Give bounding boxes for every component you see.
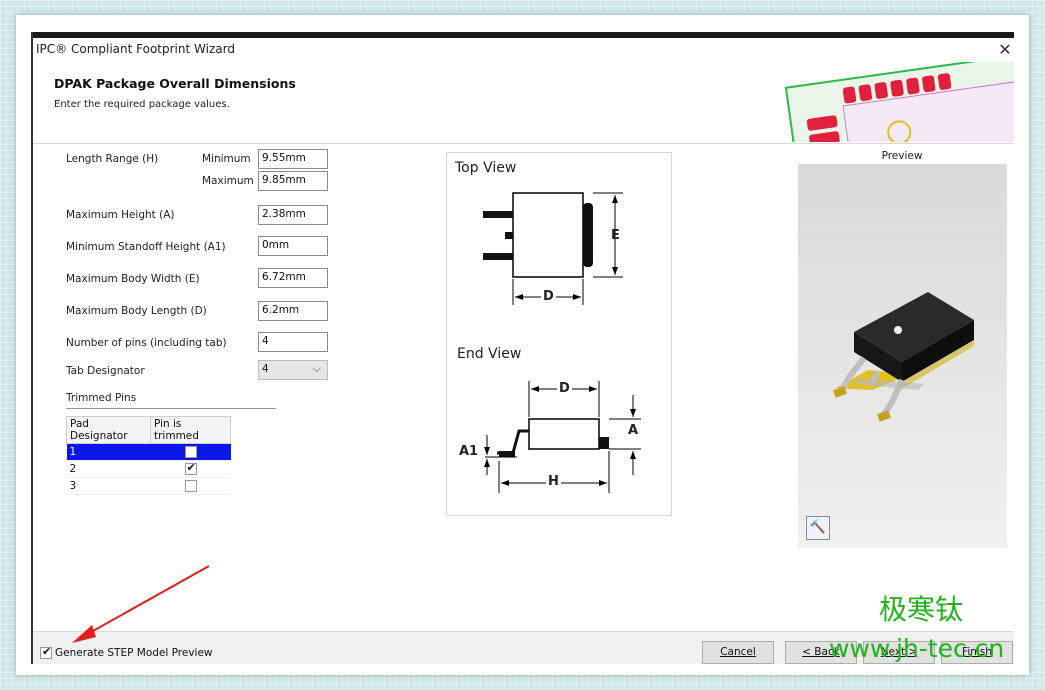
- watermark-chinese: 极寒钛: [879, 593, 964, 626]
- annotation-arrow: [72, 565, 210, 643]
- watermark-url: www.jh-tec.cn: [829, 634, 1005, 663]
